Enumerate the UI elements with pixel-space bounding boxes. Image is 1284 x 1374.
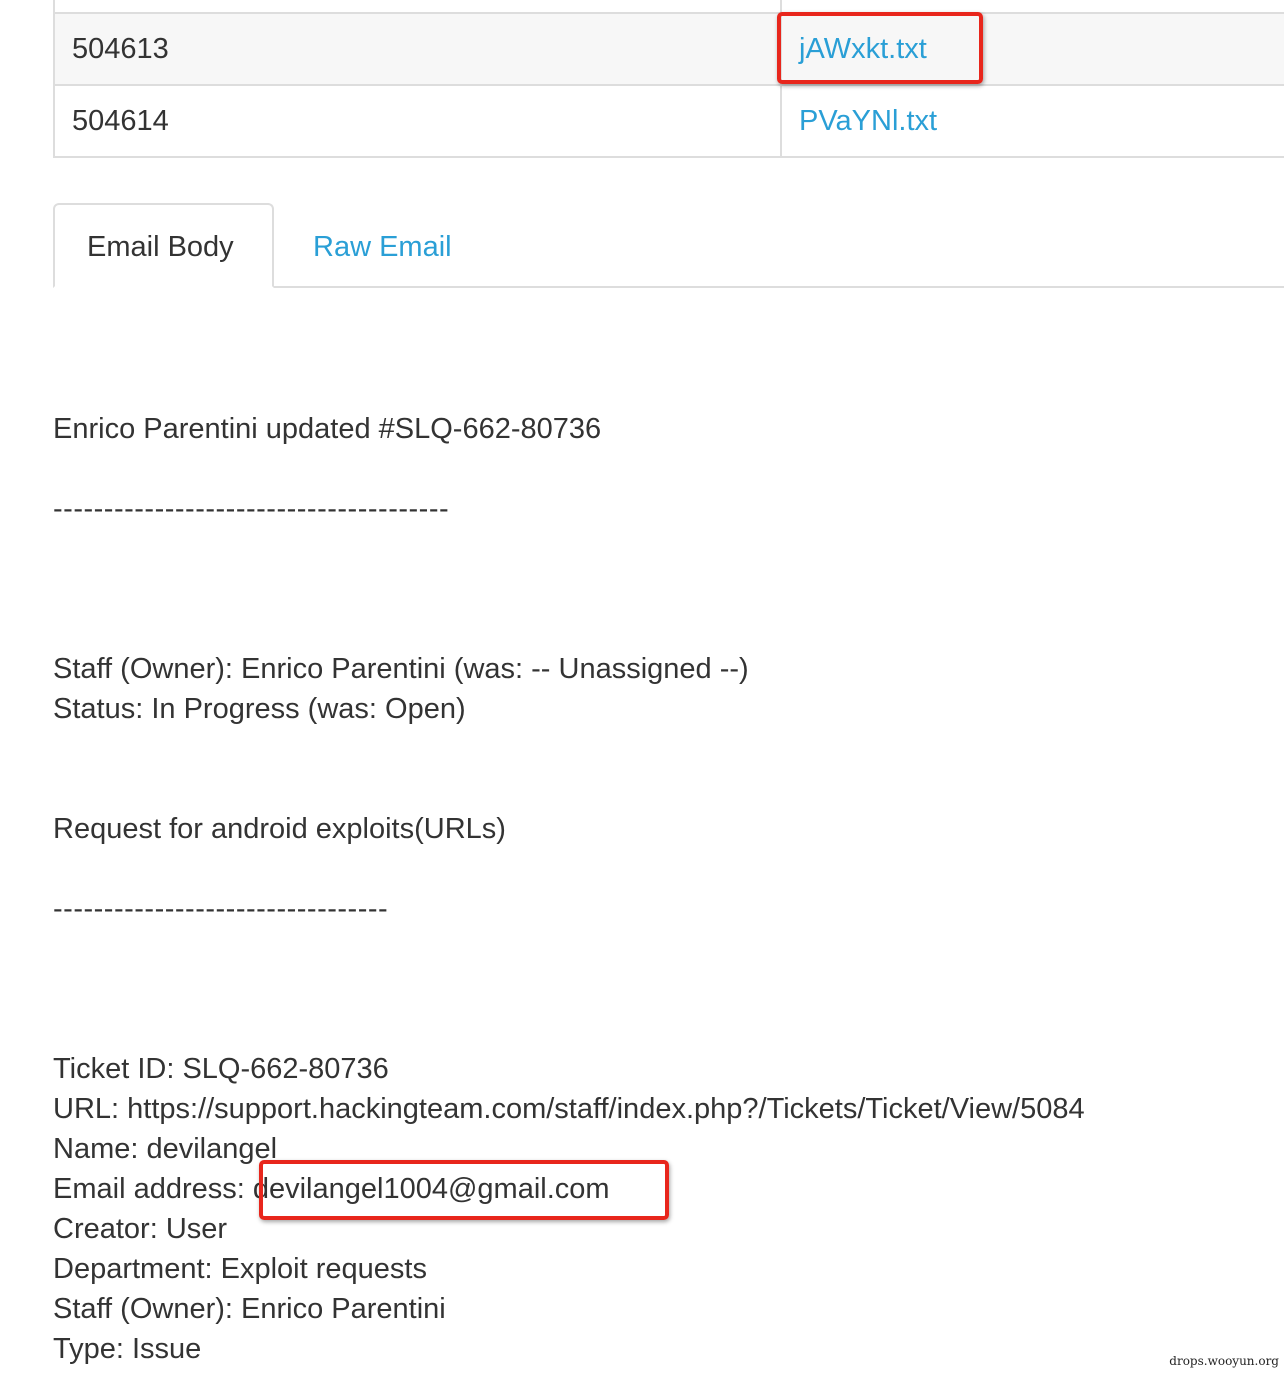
attachments-table: 504613 jAWxkt.txt 504614 PVaYNl.txt [53, 0, 1284, 158]
table-row-partial [53, 0, 1284, 14]
separator-line: --------------------------------- [53, 893, 389, 925]
tab-email-body[interactable]: Email Body [53, 203, 274, 288]
email-address-value: devilangel1004@gmail.com [252, 1173, 610, 1205]
attachment-link[interactable]: PVaYNl.txt [799, 105, 937, 137]
table-row: 504614 PVaYNl.txt [53, 84, 1284, 158]
tab-raw-email[interactable]: Raw Email [279, 203, 486, 286]
status-change: Status: In Progress (was: Open) [53, 693, 466, 725]
email-headline: Enrico Parentini updated #SLQ-662-80736 [53, 413, 602, 445]
creator: Creator: User [53, 1213, 228, 1245]
staff-owner-change: Staff (Owner): Enrico Parentini (was: --… [53, 653, 749, 685]
email-address-label: Email address: [53, 1173, 253, 1205]
ticket-type: Type: Issue [53, 1333, 202, 1365]
email-tabs: Email Body Raw Email [53, 203, 1284, 288]
attachment-id: 504613 [53, 12, 782, 86]
staff-owner: Staff (Owner): Enrico Parentini [53, 1293, 446, 1325]
attachment-id: 504614 [53, 84, 782, 158]
department: Department: Exploit requests [53, 1253, 427, 1285]
requester-name: Name: devilangel [53, 1133, 278, 1165]
ticket-url: URL: https://support.hackingteam.com/sta… [53, 1093, 1085, 1125]
separator-line: --------------------------------------- [53, 493, 450, 525]
table-row: 504613 jAWxkt.txt [53, 12, 1284, 86]
ticket-id: Ticket ID: SLQ-662-80736 [53, 1053, 389, 1085]
attachment-link[interactable]: jAWxkt.txt [799, 33, 927, 65]
watermark: drops.wooyun.org [1169, 1354, 1279, 1368]
email-subject: Request for android exploits(URLs) [53, 813, 506, 845]
email-address-line: Email address: devilangel1004@gmail.com [53, 1169, 610, 1209]
